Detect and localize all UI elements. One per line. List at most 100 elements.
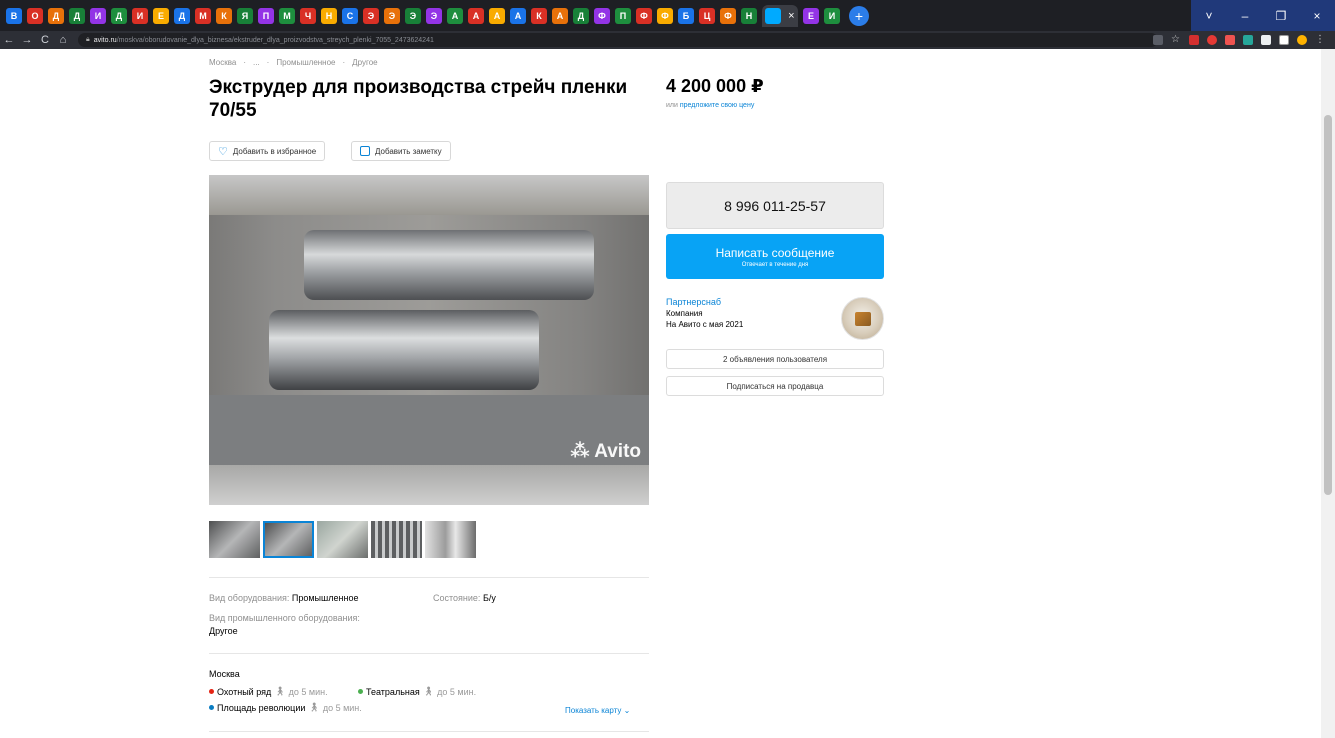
favorite-label: Добавить в избранное (232, 146, 317, 156)
browser-tab-favicon[interactable]: Д (69, 7, 85, 24)
browser-tab-favicon[interactable]: Д (573, 7, 589, 24)
scrollbar-thumb[interactable] (1324, 115, 1332, 495)
puzzle-icon[interactable] (1261, 35, 1271, 45)
metro-line-dot (209, 689, 214, 694)
browser-tab-favicon[interactable]: Э (426, 7, 442, 24)
browser-tab-favicon[interactable]: А (447, 7, 463, 24)
note-label: Добавить заметку (375, 146, 442, 156)
divider (209, 731, 649, 732)
browser-tab-favicon[interactable]: Д (48, 7, 64, 24)
address-bar-row: ← → C ⌂ 🔒︎ avito.ru /moskva/oborudovanie… (0, 31, 1335, 49)
tab-search-icon[interactable]: ˅ (1191, 0, 1227, 31)
profile-avatar[interactable] (1297, 35, 1307, 45)
browser-tab-favicon[interactable]: И (132, 7, 148, 24)
breadcrumb-item[interactable]: Москва (209, 58, 236, 67)
menu-icon[interactable]: ⋮ (1315, 35, 1325, 45)
browser-tab-favicon[interactable]: А (552, 7, 568, 24)
forward-icon[interactable]: → (18, 34, 36, 46)
seller-avatar[interactable] (841, 297, 884, 340)
extension-icon[interactable] (1189, 35, 1199, 45)
extension-icon[interactable] (1207, 35, 1217, 45)
photo-thumbnail-active[interactable] (263, 521, 314, 558)
seller-info: Партнерснаб Компания На Авито с мая 2021 (666, 297, 743, 330)
divider (209, 653, 649, 654)
browser-tab-active[interactable]: × (762, 4, 798, 27)
price-offer: или предложите свою цену (666, 102, 754, 109)
walk-icon: 🚶︎ (308, 702, 320, 712)
write-message-button[interactable]: Написать сообщение Отвечает в течение дн… (666, 234, 884, 279)
browser-tab-favicon[interactable]: И (824, 7, 840, 24)
browser-tab-favicon[interactable]: Ц (699, 7, 715, 24)
photo-thumbnail[interactable] (425, 521, 476, 558)
heart-icon: ♡ (218, 145, 228, 158)
url-path: /moskva/oborudovanie_dlya_biznesa/ekstru… (116, 36, 434, 44)
browser-tab-favicon[interactable]: Б (678, 7, 694, 24)
browser-tab-favicon[interactable]: Н (321, 7, 337, 24)
browser-tab-favicon[interactable]: Я (237, 7, 253, 24)
browser-tab-favicon[interactable]: А (510, 7, 526, 24)
restore-button[interactable]: ❐ (1263, 0, 1299, 31)
metro-line-dot (209, 705, 214, 710)
metro-station: Охотный ряд 🚶︎ до 5 мин. (209, 686, 328, 697)
seller-ads-button[interactable]: 2 объявления пользователя (666, 349, 884, 369)
walk-time: до 5 мин. (437, 686, 477, 697)
url-input[interactable]: 🔒︎ avito.ru /moskva/oborudovanie_dlya_bi… (78, 33, 1158, 47)
minimize-button[interactable]: – (1227, 0, 1263, 31)
sidebar-icon[interactable] (1279, 35, 1289, 45)
share-icon[interactable] (1153, 35, 1163, 45)
home-icon[interactable]: ⌂ (54, 34, 72, 46)
browser-tab-favicon[interactable]: С (342, 7, 358, 24)
back-icon[interactable]: ← (0, 34, 18, 46)
add-to-favorites-button[interactable]: ♡ Добавить в избранное (209, 141, 326, 161)
browser-tab-favicon[interactable]: П (615, 7, 631, 24)
browser-tab-favicon[interactable]: В (6, 7, 22, 24)
browser-tab-favicon[interactable]: М (279, 7, 295, 24)
reload-icon[interactable]: C (36, 34, 54, 46)
extension-icon[interactable] (1243, 35, 1253, 45)
breadcrumb-item[interactable]: ... (253, 58, 260, 67)
browser-tab-favicon[interactable]: Ф (657, 7, 673, 24)
browser-tab-favicon[interactable]: К (216, 7, 232, 24)
message-button-sub: Отвечает в течение дня (741, 261, 809, 268)
equipment-type-value: Промышленное (291, 593, 359, 603)
browser-tab-favicon[interactable]: Д (174, 7, 190, 24)
photo-thumbnail[interactable] (209, 521, 260, 558)
browser-tab-favicon[interactable]: М (195, 7, 211, 24)
browser-tab-favicon[interactable]: Э (405, 7, 421, 24)
browser-tab-favicon[interactable]: Ч (300, 7, 316, 24)
browser-tab-favicon[interactable]: О (27, 7, 43, 24)
browser-tab-favicon[interactable]: К (531, 7, 547, 24)
browser-tab-favicon[interactable]: А (489, 7, 505, 24)
main-photo[interactable]: ⁂ Avito (209, 175, 649, 505)
add-note-button[interactable]: Добавить заметку (351, 141, 451, 161)
browser-tab-favicon[interactable]: Ф (720, 7, 736, 24)
browser-tab-favicon[interactable]: Н (741, 7, 757, 24)
close-window-button[interactable]: × (1299, 0, 1335, 31)
new-tab-button[interactable]: + (849, 5, 869, 26)
browser-tab-favicon[interactable]: Ф (636, 7, 652, 24)
browser-tab-favicon[interactable]: П (258, 7, 274, 24)
divider (209, 577, 649, 578)
phone-number-button[interactable]: 8 996 011-25-57 (666, 182, 884, 229)
extension-icon[interactable] (1225, 35, 1235, 45)
show-map-link[interactable]: Показать карту ⌄ (565, 706, 630, 715)
thumbnail-strip (209, 521, 476, 558)
message-button-label: Написать сообщение (715, 245, 835, 260)
photo-thumbnail[interactable] (317, 521, 368, 558)
browser-tab-favicon[interactable]: А (468, 7, 484, 24)
browser-tab-favicon[interactable]: Э (363, 7, 379, 24)
seller-name[interactable]: Партнерснаб (666, 297, 743, 308)
browser-tab-favicon[interactable]: И (90, 7, 106, 24)
browser-tab-favicon[interactable]: Э (384, 7, 400, 24)
breadcrumb-item[interactable]: Другое (352, 58, 377, 67)
browser-tab-favicon[interactable]: Ф (594, 7, 610, 24)
browser-tab-favicon[interactable]: Е (803, 7, 819, 24)
browser-tab-favicon[interactable]: Е (153, 7, 169, 24)
star-icon[interactable]: ☆ (1171, 35, 1181, 45)
browser-tab-favicon[interactable]: Д (111, 7, 127, 24)
breadcrumb-item[interactable]: Промышленное (276, 58, 335, 67)
close-tab-icon[interactable]: × (788, 10, 794, 22)
offer-price-link[interactable]: предложите свою цену (680, 102, 754, 109)
photo-thumbnail[interactable] (371, 521, 422, 558)
subscribe-seller-button[interactable]: Подписаться на продавца (666, 376, 884, 396)
